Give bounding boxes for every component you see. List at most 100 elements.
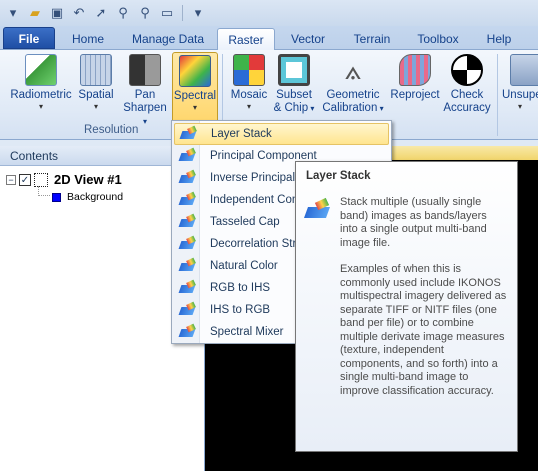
subset-chip-button[interactable]: Subset & Chip ▾	[272, 52, 316, 122]
ribbon-tabs: File Home Manage Data Raster Vector Terr…	[0, 26, 538, 51]
dropdown-arrow-icon: ▾	[246, 102, 251, 111]
geometric-calibration-button[interactable]: ⟑ Geometric Calibration ▾	[318, 52, 388, 122]
pan-sharpen-icon	[129, 54, 161, 86]
menu-item-label: RGB to IHS	[210, 282, 271, 294]
collapse-icon[interactable]: −	[6, 174, 16, 185]
spectral-tool-icon	[180, 325, 196, 339]
spectral-tool-icon	[180, 281, 196, 295]
tab-help[interactable]: Help	[477, 28, 521, 50]
spatial-button[interactable]: Spatial ▾	[74, 52, 118, 122]
target-icon	[451, 54, 483, 86]
tab-manage-data[interactable]: Manage Data	[122, 28, 214, 50]
eraser-icon[interactable]: ▭	[158, 4, 176, 22]
zoom-out-icon[interactable]: ⚲	[136, 4, 154, 22]
tab-home[interactable]: Home	[62, 28, 114, 50]
spectral-icon	[179, 55, 211, 87]
unsupervised-icon	[510, 54, 538, 86]
subset-chip-icon	[278, 54, 310, 86]
spectral-tool-icon	[180, 215, 196, 229]
quick-access-toolbar: ▾ ▰ ▣ ↶ ➚ ⚲ ⚲ ▭ ▾	[0, 0, 538, 26]
tab-file[interactable]: File	[3, 27, 55, 49]
tree-connector	[38, 186, 50, 196]
mosaic-button[interactable]: Mosaic ▾	[226, 52, 272, 122]
check-accuracy-button[interactable]: Check Accuracy	[442, 52, 492, 122]
tree-root-2d-view[interactable]: − ✓ 2D View #1	[6, 172, 122, 187]
tree-item-background[interactable]: Background	[52, 191, 123, 203]
layer-stack-icon	[181, 127, 197, 141]
save-icon[interactable]: ▣	[48, 4, 66, 22]
tab-vector[interactable]: Vector	[280, 28, 336, 50]
sharpen-label: Sharpen	[123, 102, 167, 114]
menu-item-label: Independent Con	[210, 194, 299, 206]
menu-item-label: IHS to RGB	[210, 304, 271, 316]
tooltip-paragraph: Examples of when this is commonly used i…	[340, 263, 507, 397]
zoom-in-icon[interactable]: ⚲	[114, 4, 132, 22]
radiometric-button[interactable]: Radiometric ▾	[6, 52, 76, 122]
view-frame-icon	[34, 172, 48, 187]
chip-label: & Chip	[273, 102, 309, 114]
tooltip-paragraph: Stack multiple (usually single band) ima…	[340, 196, 487, 249]
visibility-checkbox[interactable]: ✓	[19, 173, 31, 186]
menu-item-label: Inverse Principal	[210, 172, 296, 184]
spectral-button[interactable]: Spectral ▾	[172, 52, 218, 126]
compass-icon: ⟑	[344, 54, 362, 85]
radiometric-icon	[25, 54, 57, 86]
app-menu-icon[interactable]: ▾	[4, 4, 22, 22]
layer-stack-icon	[306, 200, 332, 220]
dropdown-arrow-icon: ▾	[38, 102, 43, 111]
tab-toolbox[interactable]: Toolbox	[409, 28, 467, 50]
spectral-tool-icon	[180, 193, 196, 207]
menu-item-label: Natural Color	[210, 260, 278, 272]
tooltip-body: Stack multiple (usually single band) ima…	[306, 196, 507, 411]
pan-sharpen-button[interactable]: Pan Sharpen ▾	[122, 52, 168, 126]
spectral-label: Spectral	[173, 90, 217, 102]
mosaic-icon	[233, 54, 265, 86]
tab-terrain[interactable]: Terrain	[343, 28, 401, 50]
calibration-label: Calibration	[322, 102, 378, 114]
accuracy-label: Accuracy	[443, 102, 491, 114]
reproject-label: Reproject	[390, 89, 440, 101]
spectral-tool-icon	[180, 303, 196, 317]
menu-item-label: Tasseled Cap	[210, 216, 280, 228]
tooltip-text: Stack multiple (usually single band) ima…	[340, 196, 507, 411]
folder-open-icon[interactable]: ▰	[26, 4, 44, 22]
subset-label: Subset	[276, 89, 312, 101]
dropdown-arrow-icon: ▾	[142, 117, 147, 126]
mosaic-label: Mosaic	[230, 89, 268, 101]
group-separator	[497, 54, 498, 136]
reproject-icon	[399, 54, 431, 86]
geometric-label: Geometric	[326, 89, 380, 101]
toolbar-separator	[182, 5, 183, 21]
layer-stack-tooltip: Layer Stack Stack multiple (usually sing…	[295, 161, 518, 452]
unsupervised-button[interactable]: Unsupe ▾	[502, 52, 538, 122]
check-label: Check	[450, 89, 484, 101]
background-label: Background	[67, 191, 124, 203]
dropdown-arrow-icon: ▾	[517, 102, 522, 111]
spatial-icon	[80, 54, 112, 86]
spectral-tool-icon	[180, 237, 196, 251]
spectral-tool-icon	[180, 259, 196, 273]
tooltip-title: Layer Stack	[306, 170, 371, 182]
dropdown-arrow-icon: ▾	[377, 104, 384, 113]
spectral-tool-icon	[180, 171, 196, 185]
spatial-label: Spatial	[78, 89, 114, 101]
dropdown-arrow-icon: ▾	[93, 102, 98, 111]
color-swatch-icon	[52, 192, 61, 202]
select-arrow-icon[interactable]: ➚	[92, 4, 110, 22]
menu-item-layer-stack[interactable]: Layer Stack	[174, 123, 389, 145]
pan-label: Pan	[134, 89, 156, 101]
reproject-button[interactable]: Reproject	[388, 52, 442, 122]
dropdown-arrow-icon: ▾	[308, 104, 315, 113]
menu-item-label: Spectral Mixer	[210, 326, 284, 338]
dropdown-arrow-icon: ▾	[192, 103, 197, 112]
undo-icon[interactable]: ↶	[70, 4, 88, 22]
radiometric-label: Radiometric	[10, 89, 72, 101]
spectral-tool-icon	[180, 149, 196, 163]
customize-icon[interactable]: ▾	[189, 4, 207, 22]
unsupervised-label: Unsupe	[502, 89, 538, 101]
menu-item-label: Decorrelation Str	[210, 238, 297, 250]
resolution-group-label: Resolution	[84, 124, 139, 136]
tab-raster[interactable]: Raster	[217, 28, 275, 51]
view-label: 2D View #1	[54, 172, 122, 187]
menu-item-label: Layer Stack	[211, 128, 272, 140]
